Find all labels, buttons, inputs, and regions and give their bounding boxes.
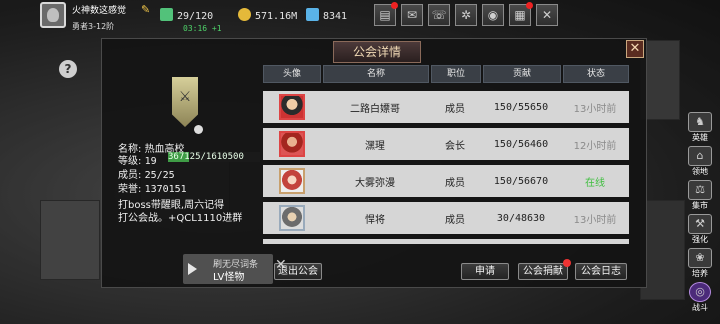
- member-status: 13小时前: [573, 214, 617, 226]
- player-avatar[interactable]: [40, 2, 66, 28]
- table-row[interactable]: 潶瑆 会长 150/56460 12小时前: [263, 128, 629, 160]
- mail-icon[interactable]: ✉: [401, 4, 423, 26]
- side-label: 培养: [692, 269, 708, 278]
- side-label: 强化: [692, 235, 708, 244]
- guild-log-button[interactable]: 公会日志: [575, 263, 627, 280]
- member-role: 成员: [445, 177, 465, 189]
- battle-icon[interactable]: ✕: [536, 4, 558, 26]
- territory-icon: ⌂: [688, 146, 712, 166]
- side-menu-fight[interactable]: ◎ 战斗: [686, 282, 714, 314]
- player-rank: 勇者3-12阶: [72, 22, 115, 31]
- header-name: 名称: [323, 65, 429, 83]
- enhance-icon: ⚒: [688, 214, 712, 234]
- member-name: 二路白嫖哥: [350, 103, 400, 115]
- notification-dot-icon: [563, 259, 571, 267]
- notice-line2: LV怪物: [213, 272, 245, 283]
- member-role: 成员: [445, 103, 465, 115]
- red-hair-avatar-icon[interactable]: [279, 168, 305, 194]
- crossed-swords-icon: ⚔: [178, 89, 192, 105]
- side-menu-cultivate[interactable]: ❀ 培养: [686, 248, 714, 280]
- header-status: 状态: [563, 65, 629, 83]
- member-status: 12小时前: [573, 140, 617, 152]
- member-role: 会长: [445, 140, 465, 152]
- member-table-header: 头像 名称 职位 贡献 状态: [263, 65, 629, 83]
- gold-value: 571.16M: [255, 11, 298, 22]
- warrior-avatar-icon[interactable]: [279, 94, 305, 120]
- player-name: 火神数这感觉: [72, 6, 127, 16]
- member-name: 悍将: [365, 214, 385, 226]
- guild-honor: 1370151: [144, 184, 187, 195]
- top-hud: 火神数这感觉 勇者3-12阶 ✎ 29/120 03:16 +1 571.16M…: [0, 0, 720, 36]
- emblem-badge-icon: [194, 125, 203, 134]
- header-avatar: 头像: [263, 65, 321, 83]
- member-contribution: 30/48630: [496, 212, 546, 224]
- panel-title: 公会详情: [333, 41, 421, 63]
- gift-icon[interactable]: ▦: [509, 2, 533, 26]
- apply-button[interactable]: 申请: [461, 263, 509, 280]
- table-row[interactable]: 二路白嫖哥 成员 150/55650 13小时前: [263, 91, 629, 123]
- cultivate-icon: ❀: [688, 248, 712, 268]
- gem-icon: [306, 8, 319, 21]
- gem-value: 8341: [323, 11, 348, 22]
- member-role: 成员: [445, 214, 465, 226]
- guild-level-row: 等级: 19: [118, 152, 157, 167]
- member-contribution: 150/55650: [493, 101, 549, 113]
- gem-stat: 8341: [306, 8, 347, 22]
- member-name: 大雾弥漫: [355, 177, 395, 189]
- member-status: 13小时前: [573, 103, 617, 115]
- header-contribution: 贡献: [483, 65, 561, 83]
- member-status: 在线: [585, 177, 605, 189]
- member-contribution: 150/56460: [493, 138, 549, 150]
- member-contribution: 150/56670: [493, 175, 549, 187]
- wheel-icon[interactable]: ◉: [482, 4, 504, 26]
- side-menu-enhance[interactable]: ⚒ 强化: [686, 214, 714, 246]
- energy-icon: [160, 8, 173, 21]
- red-warrior-avatar-icon[interactable]: [279, 131, 305, 157]
- guild-members-row: 成员: 25/25: [118, 166, 175, 181]
- hero-icon: ♞: [688, 112, 712, 132]
- gold-icon: [238, 8, 251, 21]
- guild-level-exp: 367125/1610500: [168, 152, 244, 162]
- energy-value: 29/120: [177, 11, 214, 22]
- guild-honor-row: 荣誉: 1370151: [118, 180, 187, 195]
- side-label: 英雄: [692, 133, 708, 142]
- energy-timer: 03:16 +1: [183, 24, 222, 33]
- shop-icon[interactable]: ▤: [374, 2, 398, 26]
- member-table[interactable]: 二路白嫖哥 成员 150/55650 13小时前 潶瑆 会长 150/56460…: [263, 91, 629, 244]
- edit-icon[interactable]: ✎: [141, 4, 153, 16]
- side-label: 领地: [692, 167, 708, 176]
- close-icon[interactable]: ✕: [275, 257, 287, 273]
- help-icon[interactable]: ?: [59, 60, 77, 78]
- side-menu-hero[interactable]: ♞ 英雄: [686, 112, 714, 144]
- market-icon: ⚖: [688, 180, 712, 200]
- settings-icon[interactable]: ✲: [455, 4, 477, 26]
- close-button[interactable]: ✕: [626, 40, 644, 58]
- side-menu-territory[interactable]: ⌂ 领地: [686, 146, 714, 178]
- energy-stat: 29/120: [160, 8, 213, 22]
- video-notice[interactable]: 刷无尽词条 LV怪物: [183, 254, 273, 284]
- side-menu-market[interactable]: ⚖ 集市: [686, 180, 714, 212]
- chat-icon[interactable]: ☏: [428, 4, 450, 26]
- side-label: 战斗: [692, 303, 708, 312]
- member-name: 潶瑆: [365, 140, 385, 152]
- guild-notice-line2: 打公会战。+QCL1110进群: [118, 213, 243, 224]
- guild-emblem: ⚔: [168, 77, 203, 135]
- fight-icon: ◎: [689, 282, 711, 302]
- play-icon[interactable]: [188, 263, 197, 275]
- donate-button[interactable]: 公会捐献: [518, 259, 571, 280]
- gold-stat: 571.16M: [238, 8, 297, 22]
- table-row[interactable]: [263, 239, 629, 244]
- table-row[interactable]: 大雾弥漫 成员 150/56670 在线: [263, 165, 629, 197]
- donate-label: 公会捐献: [523, 266, 563, 277]
- header-role: 职位: [431, 65, 481, 83]
- table-row[interactable]: 悍将 成员 30/48630 13小时前: [263, 202, 629, 234]
- side-label: 集市: [692, 201, 708, 210]
- silver-hair-avatar-icon[interactable]: [279, 205, 305, 231]
- guild-honor-label: 荣誉:: [118, 184, 142, 195]
